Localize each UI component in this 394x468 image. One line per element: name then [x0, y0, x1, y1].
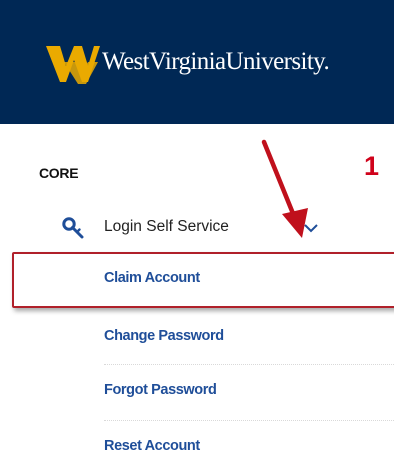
menu-parent-label: Login Self Service — [104, 218, 229, 235]
menu-item-claim-account[interactable]: Claim Account — [104, 260, 384, 300]
divider — [104, 420, 394, 421]
menu-item-change-password[interactable]: Change Password — [104, 318, 384, 358]
university-name: WestVirginiaUniversity. — [102, 48, 330, 75]
step-number-annotation: 1 — [364, 151, 380, 181]
key-icon — [62, 217, 84, 239]
arrow-annotation — [261, 139, 308, 238]
divider — [104, 306, 394, 307]
menu-item-label: Forgot Password — [104, 382, 217, 398]
section-title: CORE — [39, 165, 79, 181]
menu-item-forgot-password[interactable]: Forgot Password — [104, 372, 384, 412]
flying-wv-icon — [46, 46, 100, 84]
site-header: WestVirginiaUniversity. — [0, 0, 394, 124]
menu-login-self-service[interactable]: Login Self Service — [0, 205, 394, 251]
menu-item-label: Reset Account — [104, 438, 200, 454]
menu-item-reset-account[interactable]: Reset Account — [104, 428, 384, 468]
menu-item-label: Change Password — [104, 328, 224, 344]
divider — [104, 364, 394, 365]
menu-item-label: Claim Account — [104, 270, 200, 286]
